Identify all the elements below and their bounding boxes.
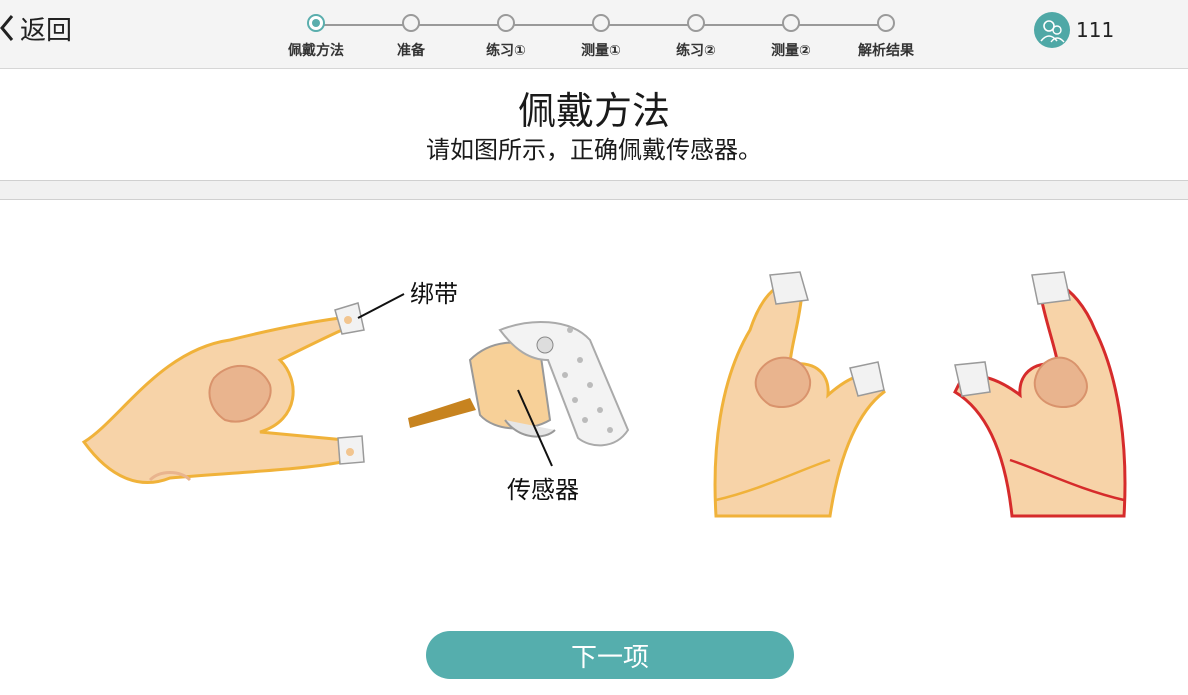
user-info[interactable]: 111 xyxy=(1034,12,1114,48)
left-hand-figure xyxy=(81,293,405,484)
section-divider xyxy=(0,180,1188,200)
step-wearing-method[interactable]: 佩戴方法 xyxy=(268,14,364,60)
step-dot xyxy=(592,14,610,32)
progress-stepper: 佩戴方法 准备 练习① 测量① 练习② 测量② 解析结果 xyxy=(288,0,914,68)
illustration-svg xyxy=(81,271,1127,518)
step-label: 练习① xyxy=(486,43,526,59)
step-dot xyxy=(687,14,705,32)
step-practice-1[interactable]: 练习① xyxy=(458,14,554,60)
top-bar: 返回 佩戴方法 准备 练习① 测量① 练习② 测量② 解析结果 111 xyxy=(0,0,1188,69)
step-measure-1[interactable]: 测量① xyxy=(553,14,649,60)
step-dot xyxy=(782,14,800,32)
hand-figure-yellow-outline xyxy=(713,271,886,518)
step-dot-active xyxy=(307,14,325,32)
step-analysis-result[interactable]: 解析结果 xyxy=(838,14,934,60)
page-title: 佩戴方法 xyxy=(517,89,670,133)
step-label: 测量② xyxy=(771,43,811,59)
step-label: 练习② xyxy=(676,43,716,59)
user-avatar-icon xyxy=(1034,12,1070,48)
chevron-left-icon xyxy=(0,15,14,41)
sensor-annotation: 传感器 xyxy=(507,476,579,504)
back-label: 返回 xyxy=(20,15,73,46)
step-dot xyxy=(402,14,420,32)
user-name: 111 xyxy=(1076,18,1115,42)
hand-figure-red-outline xyxy=(953,271,1127,518)
wearing-illustration: 绑带 传感器 xyxy=(0,200,1188,530)
back-button[interactable]: 返回 xyxy=(0,8,72,48)
step-label: 准备 xyxy=(397,43,425,59)
step-measure-2[interactable]: 测量② xyxy=(743,14,839,60)
next-button[interactable]: 下一项 xyxy=(426,631,794,679)
step-dot xyxy=(497,14,515,32)
step-label: 佩戴方法 xyxy=(288,43,344,59)
step-label: 测量① xyxy=(581,43,621,59)
step-dot xyxy=(877,14,895,32)
step-practice-2[interactable]: 练习② xyxy=(648,14,744,60)
step-preparation[interactable]: 准备 xyxy=(363,14,459,60)
band-annotation: 绑带 xyxy=(410,280,458,308)
step-label: 解析结果 xyxy=(858,43,914,59)
page-subtitle: 请如图所示，正确佩戴传感器。 xyxy=(426,136,762,164)
sensor-figure xyxy=(408,321,630,467)
